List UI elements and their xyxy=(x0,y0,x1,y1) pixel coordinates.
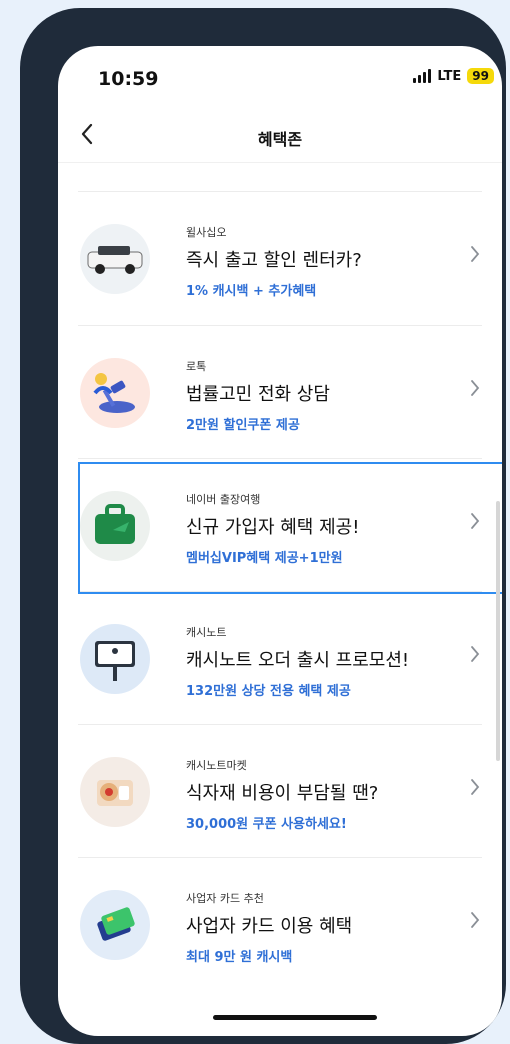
item-title: 법률고민 전화 상담 xyxy=(186,384,330,405)
item-provider: 사업자 카드 추천 xyxy=(186,892,264,905)
chevron-right-icon xyxy=(470,644,480,669)
item-provider: 네이버 출장여행 xyxy=(186,493,261,506)
chevron-right-icon xyxy=(470,511,480,536)
nav-bar: 혜택존 xyxy=(58,112,502,163)
home-indicator[interactable] xyxy=(213,1015,377,1020)
gavel-phone-icon xyxy=(80,358,150,428)
list-item[interactable]: 네이버 출장여행 신규 가입자 혜택 제공! 멤버십VIP혜택 제공+1만원 xyxy=(78,458,482,591)
item-benefit: 30,000원 쿠폰 사용하세요! xyxy=(186,817,347,832)
credit-card-icon xyxy=(80,890,150,960)
chevron-right-icon xyxy=(470,777,480,802)
page-title: 혜택존 xyxy=(257,130,303,149)
item-title: 신규 가입자 혜택 제공! xyxy=(186,517,360,538)
item-benefit: 멤버십VIP혜택 제공+1만원 xyxy=(186,551,343,566)
benefit-list: 윌사십오 즉시 출고 할인 렌터카? 1% 캐시백 + 추가혜택 로톡 법률고민… xyxy=(58,162,502,990)
list-item[interactable]: 캐시노트 캐시노트 오더 출시 프로모션! 132만원 상당 전용 혜택 제공 xyxy=(78,591,482,724)
phone-frame: 10:59 LTE 99 혜택존 윌사십오 즉시 출고 할인 렌터카? 1% 캐… xyxy=(20,8,506,1044)
network-label: LTE xyxy=(437,68,462,84)
item-benefit: 1% 캐시백 + 추가혜택 xyxy=(186,284,317,299)
item-title: 즉시 출고 할인 렌터카? xyxy=(186,250,362,271)
item-provider: 캐시노트마켓 xyxy=(186,759,247,772)
chevron-right-icon xyxy=(470,244,480,269)
list-item[interactable]: 윌사십오 즉시 출고 할인 렌터카? 1% 캐시백 + 추가혜택 xyxy=(78,192,482,325)
suitcase-icon xyxy=(80,491,150,561)
battery-badge: 99 xyxy=(467,68,494,84)
chevron-right-icon xyxy=(470,910,480,935)
item-provider: 로톡 xyxy=(186,360,207,373)
signal-icon xyxy=(413,69,432,83)
list-item[interactable]: 캐시노트마켓 식자재 비용이 부담될 땐? 30,000원 쿠폰 사용하세요! xyxy=(78,724,482,857)
item-provider: 캐시노트 xyxy=(186,626,227,639)
item-benefit: 2만원 할인쿠폰 제공 xyxy=(186,418,300,433)
item-title: 식자재 비용이 부담될 땐? xyxy=(186,783,379,804)
item-benefit: 132만원 상당 전용 혜택 제공 xyxy=(186,684,351,699)
status-time: 10:59 xyxy=(98,68,159,90)
food-box-icon xyxy=(80,757,150,827)
list-spacer xyxy=(78,162,482,192)
signboard-icon xyxy=(80,624,150,694)
status-indicators: LTE 99 xyxy=(413,68,494,84)
list-item[interactable]: 사업자 카드 추천 사업자 카드 이용 혜택 최대 9만 원 캐시백 xyxy=(78,857,482,990)
car-icon xyxy=(80,224,150,294)
status-bar: 10:59 LTE 99 xyxy=(58,46,502,112)
scrollbar[interactable] xyxy=(496,501,500,761)
app-screen: 10:59 LTE 99 혜택존 윌사십오 즉시 출고 할인 렌터카? 1% 캐… xyxy=(58,46,502,1036)
item-benefit: 최대 9만 원 캐시백 xyxy=(186,950,293,965)
list-item[interactable]: 로톡 법률고민 전화 상담 2만원 할인쿠폰 제공 xyxy=(78,325,482,458)
chevron-right-icon xyxy=(470,378,480,403)
item-title: 사업자 카드 이용 혜택 xyxy=(186,916,353,937)
item-title: 캐시노트 오더 출시 프로모션! xyxy=(186,650,410,671)
item-provider: 윌사십오 xyxy=(186,226,227,239)
